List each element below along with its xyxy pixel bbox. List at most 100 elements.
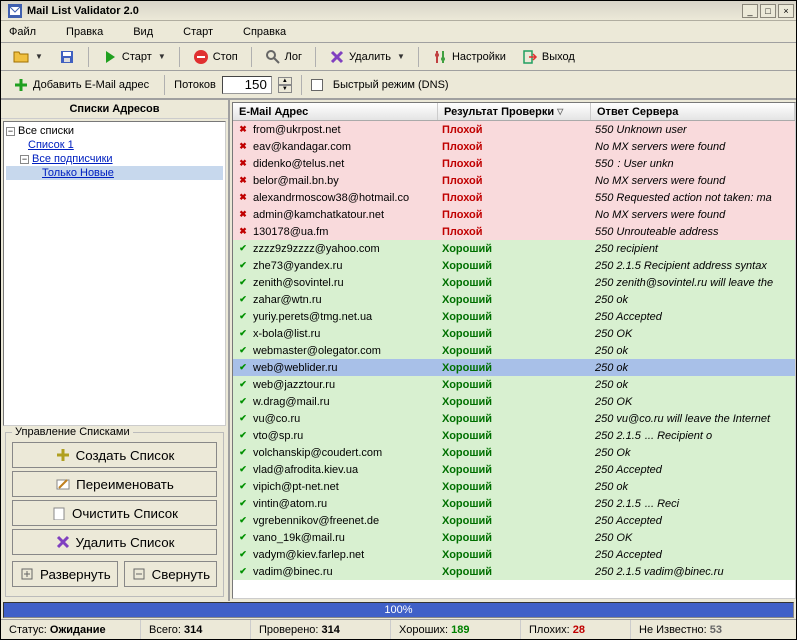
cell-response: 550 Requested action not taken: ma [591,192,795,204]
fastmode-checkbox[interactable] [311,79,323,91]
cell-email: ✔zenith@sovintel.ru [233,277,438,289]
sidebar: Списки Адресов −Все списки Список 1 −Все… [1,100,230,601]
cell-response: 250 OK [591,396,795,408]
address-tree[interactable]: −Все списки Список 1 −Все подписчики Тол… [3,121,226,426]
start-button[interactable]: Старт ▼ [96,47,172,67]
table-row[interactable]: ✖from@ukrpost.netПлохой550 Unknown user [233,121,795,138]
threads-input[interactable] [222,76,272,94]
cell-result: Плохой [438,226,591,238]
maximize-button[interactable]: □ [760,4,776,18]
menu-file[interactable]: Файл [9,26,36,38]
delete-label: Удалить [349,51,391,63]
x-icon: ✖ [237,141,249,153]
menu-view[interactable]: Вид [133,26,153,38]
table-row[interactable]: ✔yuriy.perets@tmg.net.uaХороший250 Accep… [233,308,795,325]
grid-header: E-Mail Адрес Результат Проверки▽ Ответ С… [233,103,795,121]
main-toolbar: ▼ Старт ▼ Стоп Лог Удалить ▼ Настройки В… [1,43,796,71]
rename-list-button[interactable]: Переименовать [12,471,217,497]
tree-item-subscribers[interactable]: −Все подписчики [6,152,223,166]
table-row[interactable]: ✔w.drag@mail.ruХороший250 OK [233,393,795,410]
table-row[interactable]: ✔vintin@atom.ruХороший250 2.1.5 ... Reci [233,495,795,512]
close-button[interactable]: × [778,4,794,18]
collapse-icon[interactable]: − [6,127,15,136]
table-row[interactable]: ✔vlad@afrodita.kiev.uaХороший250 Accepte… [233,461,795,478]
cell-result: Хороший [438,498,591,510]
create-list-button[interactable]: Создать Список [12,442,217,468]
stop-button[interactable]: Стоп [187,47,244,67]
table-row[interactable]: ✔vadim@binec.ruХороший250 2.1.5 vadim@bi… [233,563,795,580]
table-row[interactable]: ✖didenko@telus.netПлохой550 : User unkn [233,155,795,172]
table-row[interactable]: ✔zenith@sovintel.ruХороший250 zenith@sov… [233,274,795,291]
cell-email: ✔vintin@atom.ru [233,498,438,510]
cell-response: 550 : User unkn [591,158,795,170]
delete-button[interactable]: Удалить ▼ [323,47,411,67]
menu-help[interactable]: Справка [243,26,286,38]
settings-button[interactable]: Настройки [426,47,512,67]
cell-result: Хороший [438,447,591,459]
check-icon: ✔ [237,566,249,578]
expand-button[interactable]: Развернуть [12,561,118,587]
open-button[interactable]: ▼ [7,47,49,67]
table-row[interactable]: ✖belor@mail.bn.byПлохойNo MX servers wer… [233,172,795,189]
check-icon: ✔ [237,481,249,493]
exit-button[interactable]: Выход [516,47,581,67]
table-row[interactable]: ✔vadym@kiev.farlep.netХороший250 Accepte… [233,546,795,563]
cell-result: Хороший [438,243,591,255]
save-button[interactable] [53,47,81,67]
collapse-button[interactable]: Свернуть [124,561,217,587]
log-button[interactable]: Лог [259,47,308,67]
cell-result: Хороший [438,328,591,340]
grid-body[interactable]: ✖from@ukrpost.netПлохой550 Unknown user✖… [233,121,795,598]
table-row[interactable]: ✖eav@kandagar.comПлохойNo MX servers wer… [233,138,795,155]
table-row[interactable]: ✔web@jazztour.ruХороший250 ok [233,376,795,393]
cell-email: ✔vano_19k@mail.ru [233,532,438,544]
cell-result: Хороший [438,566,591,578]
fastmode-label: Быстрый режим (DNS) [333,79,449,91]
col-result[interactable]: Результат Проверки▽ [438,103,591,120]
menubar: Файл Правка Вид Старт Справка [1,21,796,43]
table-row[interactable]: ✔vgrebennikov@freenet.deХороший250 Accep… [233,512,795,529]
table-row[interactable]: ✔web@weblider.ruХороший250 ok [233,359,795,376]
table-row[interactable]: ✔zzzz9z9zzzz@yahoo.comХороший250 recipie… [233,240,795,257]
delete-list-button[interactable]: Удалить Список [12,529,217,555]
progress-text: 100% [384,604,412,616]
cell-response: 250 OK [591,532,795,544]
table-row[interactable]: ✔vu@co.ruХороший250 vu@co.ru will leave … [233,410,795,427]
col-response[interactable]: Ответ Сервера [591,103,795,120]
check-icon: ✔ [237,311,249,323]
table-row[interactable]: ✖alexandrmoscow38@hotmail.coПлохой550 Re… [233,189,795,206]
check-icon: ✔ [237,260,249,272]
table-row[interactable]: ✔vto@sp.ruХороший250 2.1.5 ... Recipient… [233,427,795,444]
add-email-button[interactable]: Добавить E-Mail адрес [7,75,155,95]
table-row[interactable]: ✖130178@ua.fmПлохой550 Unrouteable addre… [233,223,795,240]
spin-up[interactable]: ▲ [278,77,292,85]
group-title: Управление Списками [12,426,133,438]
table-row[interactable]: ✔vipich@pt-net.netХороший250 ok [233,478,795,495]
clear-list-button[interactable]: Очистить Список [12,500,217,526]
menu-edit[interactable]: Правка [66,26,103,38]
table-row[interactable]: ✔zhe73@yandex.ruХороший250 2.1.5 Recipie… [233,257,795,274]
add-email-label: Добавить E-Mail адрес [33,79,149,91]
menu-start[interactable]: Старт [183,26,213,38]
table-row[interactable]: ✖admin@kamchatkatour.netПлохойNo MX serv… [233,206,795,223]
cell-response: 250 recipient [591,243,795,255]
table-row[interactable]: ✔zahar@wtn.ruХороший250 ok [233,291,795,308]
col-email[interactable]: E-Mail Адрес [233,103,438,120]
cell-response: 250 2.1.5 ... Reci [591,498,795,510]
spin-down[interactable]: ▼ [278,85,292,93]
tree-item-list1[interactable]: Список 1 [6,138,223,152]
minimize-button[interactable]: _ [742,4,758,18]
table-row[interactable]: ✔webmaster@olegator.comХороший250 ok [233,342,795,359]
cell-result: Хороший [438,515,591,527]
tree-root[interactable]: −Все списки [6,124,223,138]
status-total: Всего: 314 [141,620,251,639]
tree-item-new[interactable]: Только Новые [6,166,223,180]
table-row[interactable]: ✔vano_19k@mail.ruХороший250 OK [233,529,795,546]
table-row[interactable]: ✔volchanskip@coudert.comХороший250 Ok [233,444,795,461]
cell-response: 250 Accepted [591,311,795,323]
collapse-icon[interactable]: − [20,155,29,164]
cell-email: ✔vto@sp.ru [233,430,438,442]
table-row[interactable]: ✔x-bola@list.ruХороший250 OK [233,325,795,342]
cell-email: ✔vlad@afrodita.kiev.ua [233,464,438,476]
check-icon: ✔ [237,464,249,476]
